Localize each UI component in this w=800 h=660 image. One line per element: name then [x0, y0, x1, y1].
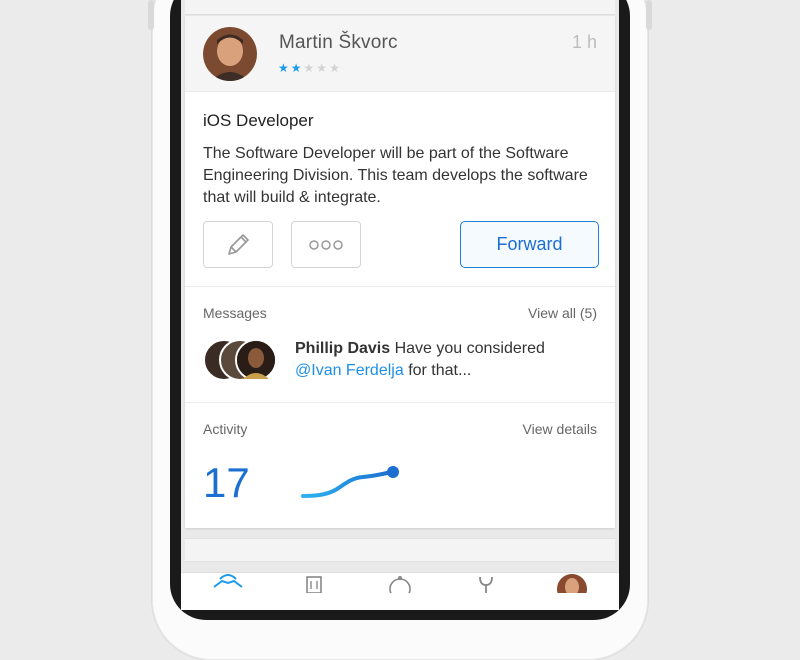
phone-side-button-right	[646, 0, 652, 30]
compass-icon	[389, 576, 411, 593]
activity-sparkline	[301, 466, 399, 498]
next-card[interactable]	[185, 538, 615, 562]
edit-button[interactable]	[203, 221, 273, 268]
tab-handshake[interactable]	[208, 573, 248, 610]
previous-card[interactable]	[185, 0, 615, 15]
more-dots-icon	[309, 239, 343, 250]
tab-wrench[interactable]	[466, 573, 506, 610]
app-screen: Martin Škvorc ★★★★★ 1 h iOS Developer Th…	[181, 0, 619, 610]
divider	[185, 286, 615, 287]
building-icon	[306, 576, 322, 593]
message-sender: Phillip Davis	[295, 340, 391, 357]
activity-label: Activity	[203, 421, 248, 437]
post-title: iOS Developer	[203, 111, 314, 130]
latest-message[interactable]: Phillip Davis Have you considered @Ivan …	[295, 338, 595, 382]
tab-profile[interactable]	[552, 573, 592, 610]
forward-button[interactable]: Forward	[460, 221, 599, 268]
star-icon: ★	[329, 61, 342, 75]
handshake-icon	[213, 574, 243, 588]
post-card: Martin Škvorc ★★★★★ 1 h iOS Developer Th…	[185, 16, 615, 528]
messages-label: Messages	[203, 305, 267, 321]
message-text: Have you considered	[394, 340, 545, 357]
author-name[interactable]: Martin Škvorc	[279, 32, 398, 54]
participant-avatar	[235, 339, 277, 381]
post-timestamp: 1 h	[571, 32, 597, 52]
divider	[185, 402, 615, 403]
star-icon: ★	[303, 61, 317, 75]
message-text-end: for that...	[408, 362, 472, 379]
post-header: Martin Škvorc ★★★★★ 1 h	[185, 16, 615, 92]
author-avatar[interactable]	[203, 27, 257, 81]
star-icon: ★	[316, 61, 330, 75]
wrench-icon	[479, 576, 493, 593]
message-participants[interactable]	[203, 339, 283, 381]
star-icon: ★	[278, 61, 291, 75]
star-icon: ★	[290, 61, 304, 75]
profile-avatar	[557, 574, 587, 593]
more-button[interactable]	[291, 221, 361, 268]
activity-count: 17	[203, 459, 250, 506]
phone-side-button-left	[148, 0, 154, 30]
post-body: The Software Developer will be part of t…	[203, 145, 588, 206]
pencil-icon	[228, 233, 249, 255]
view-all-messages-link[interactable]: View all (5)	[528, 305, 597, 321]
tab-compass[interactable]	[380, 573, 420, 610]
author-rating: ★★★★★	[278, 61, 342, 75]
tab-building[interactable]	[294, 573, 334, 610]
view-details-link[interactable]: View details	[523, 421, 597, 437]
mention-link[interactable]: @Ivan Ferdelja	[295, 362, 404, 379]
tab-bar	[181, 572, 619, 610]
